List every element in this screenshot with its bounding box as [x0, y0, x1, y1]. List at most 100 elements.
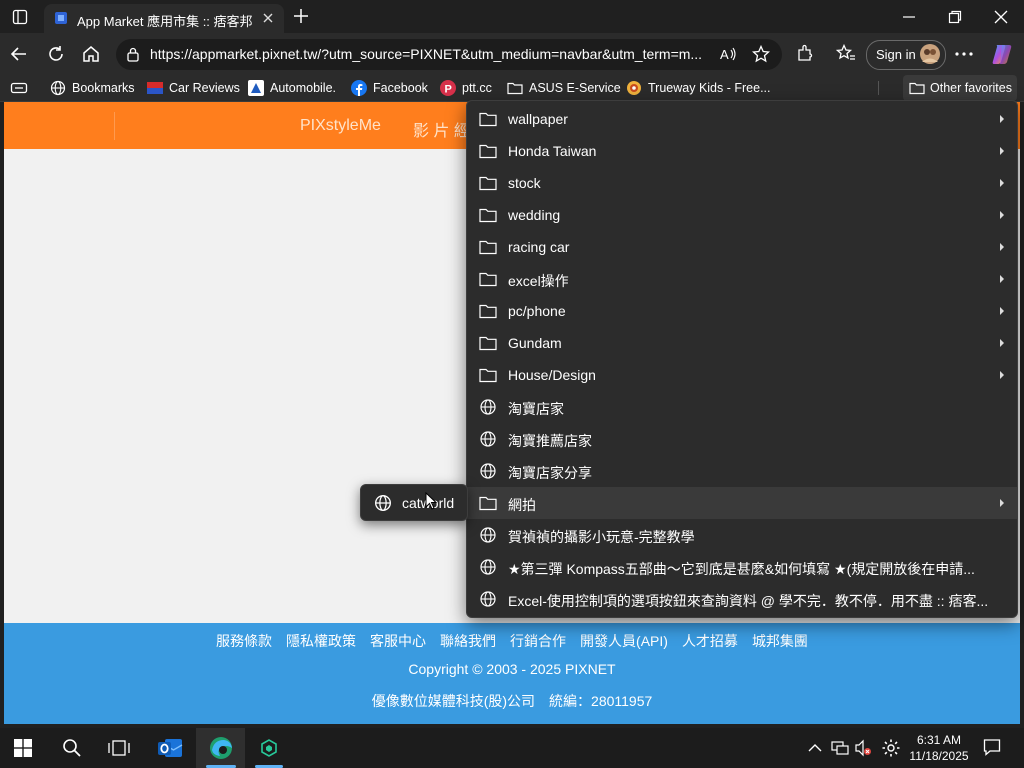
clock[interactable]: 6:31 AM 11/18/2025	[906, 732, 972, 764]
fav-ptt[interactable]: P ptt.cc	[440, 78, 492, 98]
footer-link[interactable]: 隱私權政策	[286, 631, 356, 651]
tab-actions-icon[interactable]	[12, 9, 28, 25]
fav-asus-eservice[interactable]: ASUS E-Service	[507, 78, 621, 98]
taskbar-edge-button[interactable]	[196, 728, 245, 768]
fav-facebook[interactable]: Facebook	[351, 78, 428, 98]
menu-link-item[interactable]: ★第三彈 Kompass五部曲～它到底是甚麼&如何填寫 ★(規定開放後在申請..…	[467, 551, 1017, 583]
taskbar-app-button[interactable]	[249, 728, 289, 768]
menu-item-label: 淘寶店家	[508, 401, 564, 417]
menu-link-item[interactable]: 淘寶店家	[467, 391, 1017, 423]
globe-icon	[480, 527, 496, 543]
menu-item-label: wallpaper	[508, 111, 568, 127]
collections-icon[interactable]	[10, 80, 28, 96]
favorites-hub-icon[interactable]	[836, 44, 856, 62]
globe-icon	[480, 559, 496, 575]
folder-icon	[479, 176, 497, 191]
menu-item-label: House/Design	[508, 367, 596, 383]
menu-link-item[interactable]: 淘寶店家分享	[467, 455, 1017, 487]
fav-bookmarks[interactable]: Bookmarks	[50, 78, 135, 98]
url-text[interactable]: https://appmarket.pixnet.tw/?utm_source=…	[150, 46, 702, 62]
show-hidden-icons-icon[interactable]	[808, 742, 822, 752]
globe-icon	[480, 399, 496, 415]
menu-item-label: Honda Taiwan	[508, 143, 597, 159]
menu-folder-item[interactable]: wedding	[467, 199, 1017, 231]
folder-icon	[507, 82, 523, 95]
fav-trueway-kids[interactable]: Trueway Kids - Free...	[626, 78, 771, 98]
menu-folder-item[interactable]: House/Design	[467, 359, 1017, 391]
read-aloud-icon[interactable]: A	[720, 46, 738, 62]
home-icon[interactable]	[82, 45, 100, 63]
profile-avatar-icon	[919, 43, 941, 65]
volume-muted-icon[interactable]	[854, 739, 872, 757]
menu-folder-item[interactable]: Gundam	[467, 327, 1017, 359]
menu-folder-item[interactable]: pc/phone	[467, 295, 1017, 327]
footer-link[interactable]: 人才招募	[682, 631, 738, 651]
menu-item-label: ★第三彈 Kompass五部曲～它到底是甚麼&如何填寫 ★(規定開放後在申請..…	[508, 561, 975, 577]
fav-label: Car Reviews	[169, 81, 240, 95]
nav-video-link[interactable]: 影 片 經	[413, 117, 470, 141]
chevron-right-icon	[1000, 499, 1004, 507]
footer-link[interactable]: 客服中心	[370, 631, 426, 651]
nav-pixstyleme-link[interactable]: PIXstyleMe	[300, 117, 381, 135]
folder-icon	[479, 240, 497, 255]
globe-icon	[480, 463, 496, 479]
favorites-bar: Bookmarks Car Reviews Automobile. Facebo…	[0, 75, 1024, 102]
notifications-icon[interactable]	[983, 738, 1001, 756]
footer-link[interactable]: 聯絡我們	[440, 631, 496, 651]
refresh-icon[interactable]	[47, 45, 65, 63]
footer-link[interactable]: 城邦集團	[752, 631, 808, 651]
task-view-icon[interactable]	[108, 739, 130, 757]
fav-car-reviews[interactable]: Car Reviews	[147, 78, 240, 98]
tab-title: App Market 應用市集 :: 痞客邦	[77, 14, 253, 29]
car-reviews-icon	[147, 82, 163, 94]
menu-folder-item[interactable]: Honda Taiwan	[467, 135, 1017, 167]
footer-link[interactable]: 服務條款	[216, 631, 272, 651]
menu-item-label: Excel-使用控制項的選項按鈕來查詢資料 @ 學不完．教不停．用不盡 :: 痞…	[508, 593, 989, 609]
close-window-icon[interactable]	[994, 10, 1008, 24]
search-icon[interactable]	[62, 738, 82, 758]
menu-folder-item[interactable]: racing car	[467, 231, 1017, 263]
footer-link[interactable]: 行銷合作	[510, 631, 566, 651]
settings-gear-icon[interactable]	[881, 738, 901, 758]
menu-folder-item[interactable]: wallpaper	[467, 103, 1017, 135]
folder-icon	[479, 304, 497, 319]
menu-link-item[interactable]: 賀禎禎的攝影小玩意-完整教學	[467, 519, 1017, 551]
tab-active[interactable]: App Market 應用市集 :: 痞客邦	[44, 4, 284, 33]
ptt-icon: P	[440, 80, 456, 96]
menu-folder-item[interactable]: stock	[467, 167, 1017, 199]
footer-links: 服務條款 隱私權政策 客服中心 聯絡我們 行銷合作 開發人員(API) 人才招募…	[4, 631, 1020, 651]
chevron-right-icon	[1000, 275, 1004, 283]
site-footer: 服務條款 隱私權政策 客服中心 聯絡我們 行銷合作 開發人員(API) 人才招募…	[4, 623, 1020, 724]
settings-more-icon[interactable]	[955, 52, 973, 56]
windows-start-icon[interactable]	[14, 739, 32, 757]
minimize-icon[interactable]	[902, 10, 916, 24]
restore-icon[interactable]	[948, 10, 962, 24]
favorite-star-icon[interactable]	[752, 45, 770, 63]
svg-text:P: P	[445, 84, 452, 96]
new-tab-icon[interactable]	[293, 8, 309, 24]
menu-link-item[interactable]: Excel-使用控制項的選項按鈕來查詢資料 @ 學不完．教不停．用不盡 :: 痞…	[467, 583, 1017, 615]
fav-automobile[interactable]: Automobile.	[248, 78, 336, 98]
extensions-icon[interactable]	[796, 44, 814, 62]
chevron-right-icon	[1000, 243, 1004, 251]
sign-in-button[interactable]: Sign in	[866, 40, 946, 70]
fav-label: Facebook	[373, 81, 428, 95]
address-bar[interactable]: https://appmarket.pixnet.tw/?utm_source=…	[116, 39, 782, 70]
site-info-lock-icon[interactable]	[126, 47, 140, 62]
navbar-divider	[114, 112, 115, 140]
mouse-cursor-icon	[425, 492, 437, 510]
menu-folder-item[interactable]: 網拍	[467, 487, 1017, 519]
submenu-item-catworld[interactable]: catworld	[361, 485, 467, 520]
footer-link[interactable]: 開發人員(API)	[580, 631, 668, 651]
menu-link-item[interactable]: 淘寶推薦店家	[467, 423, 1017, 455]
close-tab-icon[interactable]	[262, 12, 274, 24]
copilot-icon[interactable]	[990, 42, 1014, 66]
menu-folder-item[interactable]: excel操作	[467, 263, 1017, 295]
back-icon[interactable]	[10, 45, 28, 63]
menu-item-label: 賀禎禎的攝影小玩意-完整教學	[508, 529, 695, 545]
other-favorites-button[interactable]: Other favorites	[903, 75, 1017, 101]
outlook-icon[interactable]	[157, 736, 183, 760]
network-icon[interactable]	[831, 739, 849, 757]
footer-copyright: Copyright © 2003 - 2025 PIXNET	[408, 661, 616, 677]
browser-toolbar: https://appmarket.pixnet.tw/?utm_source=…	[0, 33, 1024, 75]
